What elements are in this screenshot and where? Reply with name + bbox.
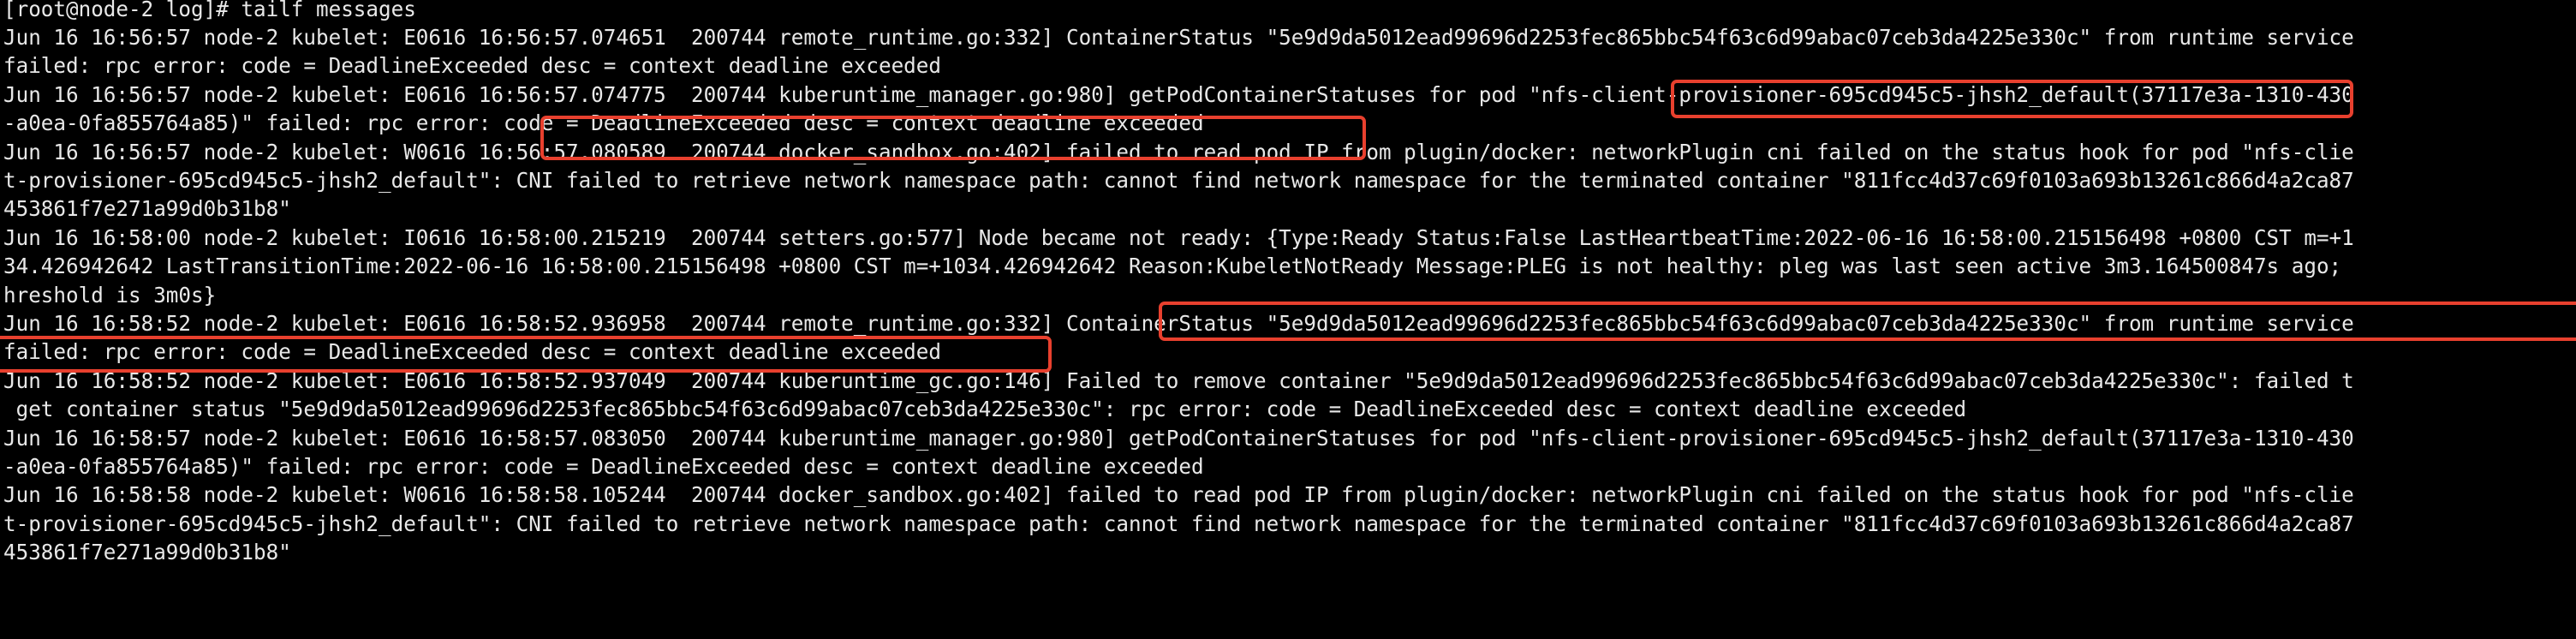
log-line: 453861f7e271a99d0b31b8" [3,196,291,221]
highlight-box-deadline-error [540,116,1366,160]
log-line: Jun 16 16:58:00 node-2 kubelet: I0616 16… [3,225,2354,250]
log-line: 453861f7e271a99d0b31b8" [3,540,291,564]
log-line: get container status "5e9d9da5012ead9969… [3,397,1967,421]
highlight-box-container-status [1159,302,2576,341]
log-line: Jun 16 16:56:57 node-2 kubelet: E0616 16… [3,25,2354,50]
log-line: 34.426942642 LastTransitionTime:2022-06-… [3,254,2342,278]
log-line: hreshold is 3m0s} [3,283,217,308]
terminal-prompt-line: [root@node-2 log]# tailf messages [3,0,416,21]
log-line: Jun 16 16:58:57 node-2 kubelet: E0616 16… [3,426,2354,451]
log-line: -a0ea-0fa855764a85)" failed: rpc error: … [3,454,1204,479]
highlight-box-pod-name [1671,80,2353,118]
highlight-box-rpc-error [0,336,1052,373]
log-line: t-provisioner-695cd945c5-jhsh2_default":… [3,168,2354,193]
log-line: failed: rpc error: code = DeadlineExceed… [3,53,941,78]
log-line: Jun 16 16:58:58 node-2 kubelet: W0616 16… [3,482,2354,507]
log-line: t-provisioner-695cd945c5-jhsh2_default":… [3,511,2354,536]
terminal-window[interactable]: [root@node-2 log]# tailf messages Jun 16… [0,0,2576,639]
